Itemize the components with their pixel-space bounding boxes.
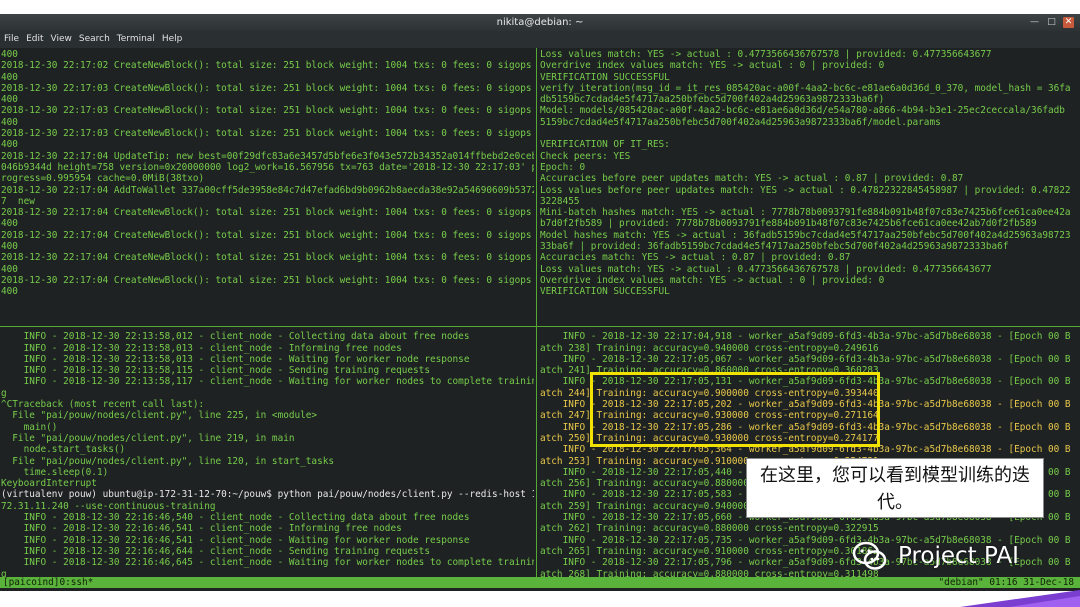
terminal-line: File "pai/pouw/nodes/client.py", line 22…: [1, 410, 318, 422]
terminal-line: 2018-12-30 22:17:04 AddToWallet 337a00cf…: [1, 184, 534, 196]
terminal-line: Epoch: 0: [540, 161, 586, 173]
terminal-line: File "pai/pouw/nodes/client.py", line 12…: [1, 455, 335, 467]
terminal-line: Loss values match: YES -> actual : 0.477…: [540, 49, 992, 60]
terminal-line: 400: [1, 49, 18, 60]
terminal-line: 33ba6f | provided: 36fadb5159bc7cdad4e5f…: [540, 241, 1009, 253]
terminal-line: Check peers: YES: [540, 150, 631, 162]
terminal-line: 7 new: [1, 195, 35, 207]
terminal-line: Overdrive index values match: YES -> act…: [540, 60, 885, 72]
terminal-line: INFO - 2018-12-30 22:17:04,918 - worker_…: [540, 331, 1071, 343]
terminal-line: verify_iteration(msg_id = it_res_085420a…: [540, 82, 1071, 94]
terminal-line: INFO - 2018-12-30 22:13:58,013 - client_…: [1, 353, 470, 365]
terminal-line: VERIFICATION SUCCESSFUL: [540, 71, 670, 83]
terminal-line: b7d0f2fb589 | provided: 7778b78b0093791f…: [540, 218, 1037, 230]
watermark-text: Project PAI: [898, 543, 1019, 569]
terminal-line: Overdrive index values match: YES -> act…: [540, 274, 885, 286]
close-icon[interactable]: ✕: [1063, 17, 1074, 28]
caption-box: 在这里，您可以看到模型训练的迭代。: [746, 458, 1044, 518]
menu-search[interactable]: Search: [79, 31, 110, 48]
watermark: Project PAI: [850, 534, 1019, 578]
terminal-line: INFO - 2018-12-30 22:13:58,115 - client_…: [1, 365, 430, 377]
terminal-line: 2018-12-30 22:17:03 CreateNewBlock(): to…: [1, 82, 532, 94]
terminal-line: INFO - 2018-12-30 22:16:46,541 - client_…: [1, 534, 470, 546]
maximize-icon[interactable]: □: [1046, 17, 1057, 28]
terminal-line: 400: [1, 71, 18, 83]
terminal-line: 400: [1, 241, 18, 253]
terminal-line: 3228455: [540, 195, 580, 207]
terminal-line: 2018-12-30 22:17:04 CreateNewBlock(): to…: [1, 207, 532, 219]
terminal-line: INFO - 2018-12-30 22:17:05,067 - worker_…: [540, 353, 1071, 365]
terminal-line: 400: [1, 94, 18, 106]
terminal-line: Accuracies before peer updates match: YE…: [540, 173, 964, 185]
terminal-line: INFO - 2018-12-30 22:16:46,645 - client_…: [1, 557, 534, 569]
terminal-line: 2018-12-30 22:17:04 UpdateTip: new best=…: [1, 150, 534, 162]
terminal-line: Loss values match: YES -> actual : 0.477…: [540, 263, 992, 275]
pane-divider-vertical[interactable]: [536, 48, 537, 577]
terminal-line: 400: [1, 139, 18, 151]
menu-view[interactable]: View: [51, 31, 72, 48]
pane-blockchain-log[interactable]: 400 2018-12-30 22:17:02 CreateNewBlock():…: [1, 49, 534, 323]
terminal-line: 2018-12-30 22:17:02 CreateNewBlock(): to…: [1, 60, 532, 72]
terminal-line: g: [1, 387, 7, 399]
terminal-line: rogress=0.995954 cache=0.0MiB(38txo): [1, 173, 205, 185]
terminal-line: (virtualenv pouw) ubuntu@ip-172-31-12-70…: [1, 489, 534, 501]
terminal-line: atch 262] Training: accuracy=0.880000 cr…: [540, 523, 879, 535]
terminal-line: 046b9344d height=758 version=0x20000000 …: [1, 161, 534, 173]
terminal-line: 2018-12-30 22:17:03 CreateNewBlock(): to…: [1, 128, 532, 140]
terminal-line: INFO - 2018-12-30 22:13:58,117 - client_…: [1, 376, 534, 388]
terminal-line: 2018-12-30 22:17:04 CreateNewBlock(): to…: [1, 229, 532, 241]
terminal-line: db5159bc7cdad4e5f4717aa250bfebc5d700f402…: [540, 94, 885, 106]
caption-text: 在这里，您可以看到模型训练的迭代。: [760, 465, 1030, 513]
terminal-line: time.sleep(0.1): [1, 466, 109, 478]
terminal-line: INFO - 2018-12-30 22:16:46,644 - client_…: [1, 545, 430, 557]
terminal-line: 72.31.11.240 --use-continuous-training: [1, 500, 216, 512]
highlight-box: [590, 372, 880, 447]
terminal-line: INFO - 2018-12-30 22:16:46,541 - client_…: [1, 523, 402, 535]
minimize-icon[interactable]: —: [1029, 17, 1040, 28]
window-titlebar[interactable]: nikita@debian: ~ — □ ✕: [0, 14, 1080, 31]
terminal-line: KeyboardInterrupt: [1, 478, 97, 490]
terminal-line: atch 238] Training: accuracy=0.940000 cr…: [540, 342, 879, 354]
terminal-line: 400: [1, 218, 18, 230]
corner-accent: [960, 590, 1080, 607]
tmux-session-label[interactable]: [paicoind]0:ssh*: [3, 577, 93, 588]
terminal-line: INFO - 2018-12-30 22:13:58,012 - client_…: [1, 331, 470, 343]
menu-help[interactable]: Help: [162, 31, 183, 48]
pane-verification-log[interactable]: Loss values match: YES -> actual : 0.477…: [540, 49, 1078, 323]
terminal-line: 2018-12-30 22:17:03 CreateNewBlock(): to…: [1, 105, 532, 117]
terminal-line: ^CTraceback (most recent call last):: [1, 399, 205, 411]
terminal-line: node.start_tasks(): [1, 444, 126, 456]
window-title: nikita@debian: ~: [496, 17, 584, 28]
terminal-line: INFO - 2018-12-30 22:16:46,540 - client_…: [1, 512, 470, 524]
terminal-line: 2018-12-30 22:17:04 CreateNewBlock(): to…: [1, 252, 532, 264]
menu-file[interactable]: File: [4, 31, 19, 48]
pane-client-log[interactable]: INFO - 2018-12-30 22:13:58,012 - client_…: [1, 320, 534, 577]
tmux-status-bar: [paicoind]0:ssh* "debian" 01:16 31-Dec-1…: [0, 577, 1080, 588]
terminal-line: Model: models/085420ac-a00f-4aa2-bc6c-e8…: [540, 105, 1065, 117]
terminal-line: 400: [1, 116, 18, 128]
wechat-icon: [852, 541, 887, 570]
menu-bar: File Edit View Search Terminal Help: [0, 31, 1080, 48]
terminal-line: main(): [1, 421, 58, 433]
terminal-line: 400: [1, 263, 18, 275]
terminal-line: File "pai/pouw/nodes/client.py", line 21…: [1, 432, 295, 444]
terminal-line: VERIFICATION SUCCESSFUL: [540, 286, 670, 298]
terminal-line: Model hashes match: YES -> actual : 36fa…: [540, 229, 1071, 241]
terminal-line: INFO - 2018-12-30 22:13:58,013 - client_…: [1, 342, 402, 354]
terminal-line: Mini-batch hashes match: YES -> actual :…: [540, 207, 1071, 219]
terminal-line: 5159bc7cdad4e5f4717aa250bfebc5d700f402a4…: [540, 116, 941, 128]
pane-divider-horizontal[interactable]: [0, 326, 1080, 327]
menu-edit[interactable]: Edit: [26, 31, 43, 48]
terminal-line: 2018-12-30 22:17:04 CreateNewBlock(): to…: [1, 274, 532, 286]
terminal-line: g: [1, 568, 7, 577]
menu-terminal[interactable]: Terminal: [117, 31, 155, 48]
terminal-line: Loss values before peer updates match: Y…: [540, 184, 1071, 196]
tmux-clock: "debian" 01:16 31-Dec-18: [938, 577, 1074, 588]
terminal-line: VERIFICATION OF IT_RES:: [540, 139, 670, 151]
terminal-line: Accuracies match: YES -> actual : 0.87 |…: [540, 252, 851, 264]
terminal-line: 400: [1, 286, 18, 298]
